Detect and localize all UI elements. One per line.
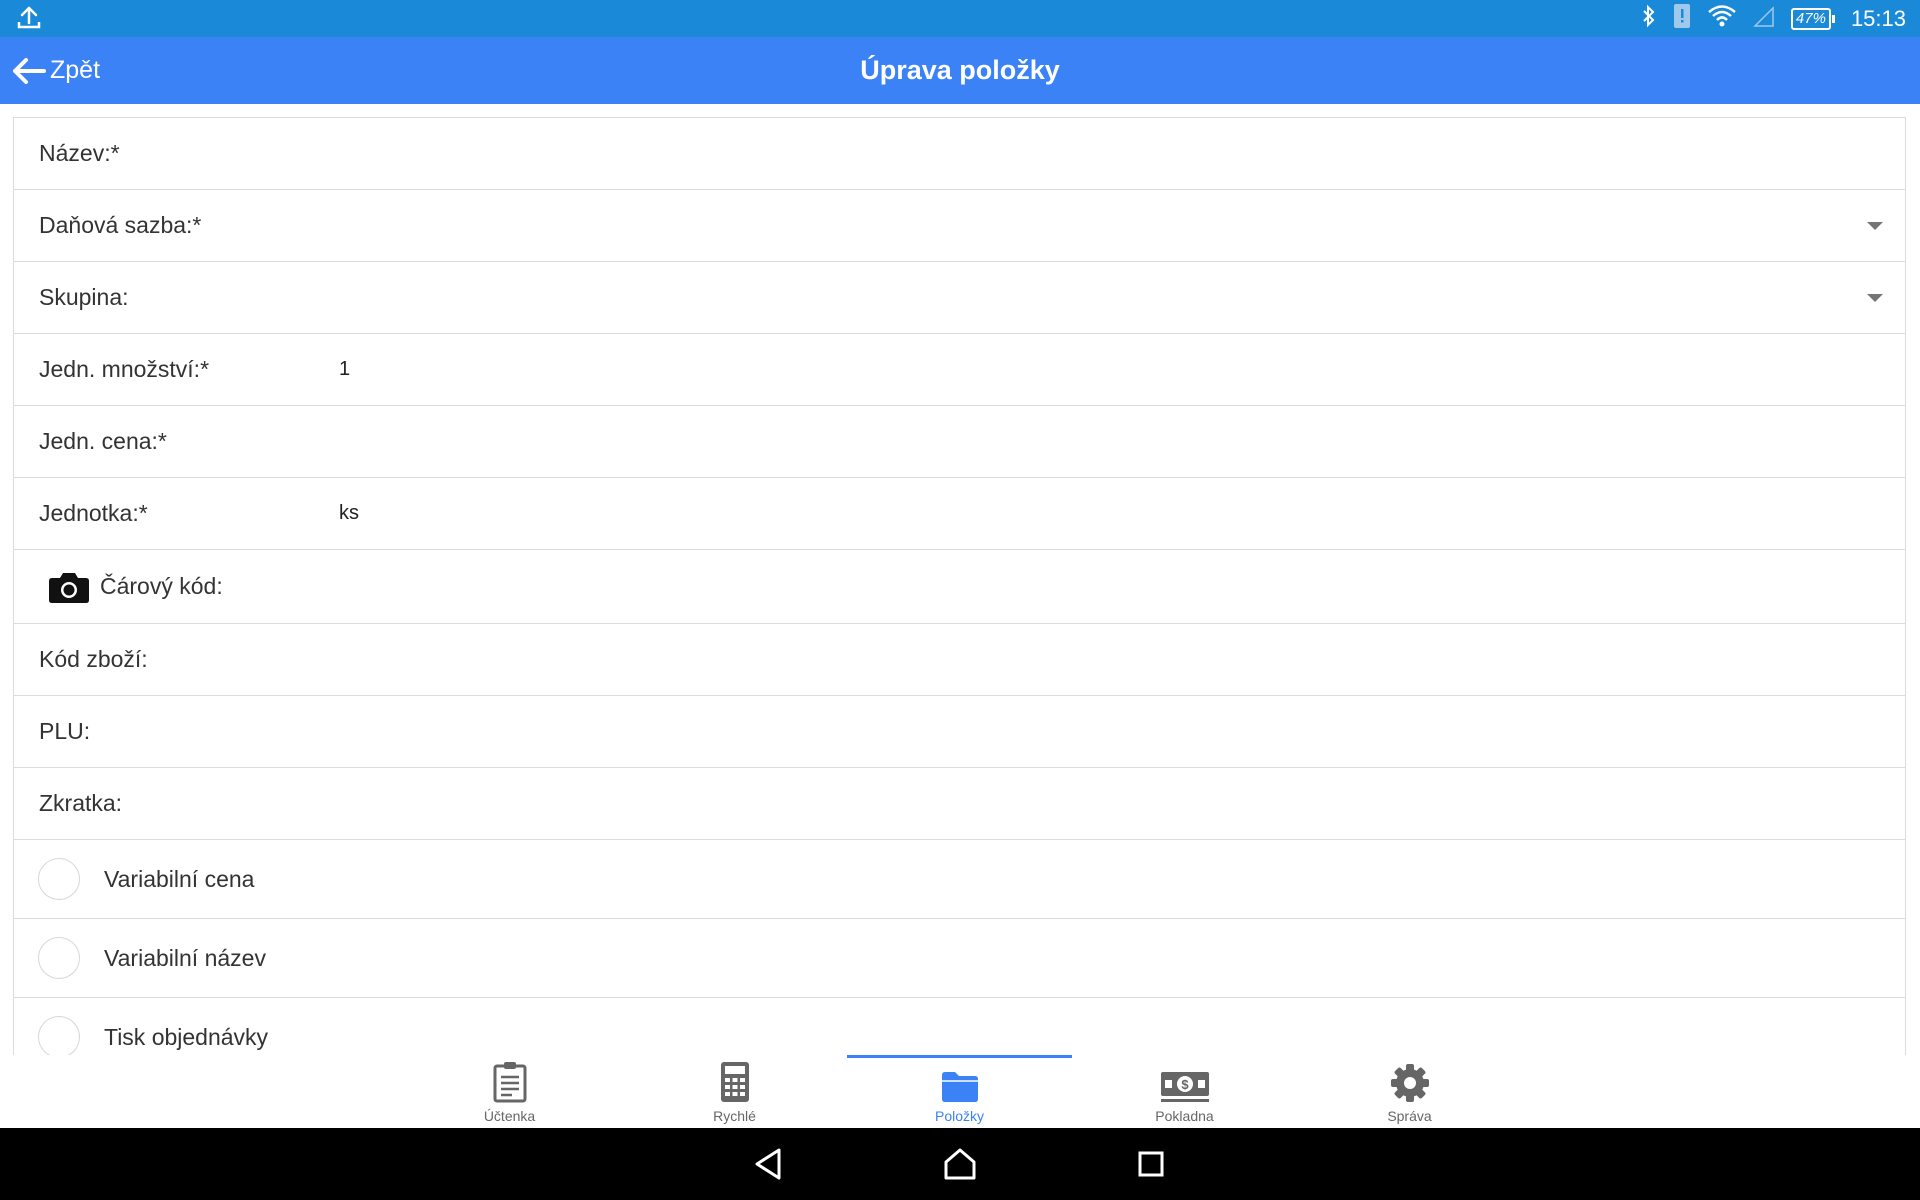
print-order-checkbox[interactable] [38,1016,80,1055]
nav-item-register[interactable]: $ Pokladna [1072,1055,1297,1128]
print-order-label: Tisk objednávky [104,1023,269,1050]
unit-quantity-label: Jedn. množství:* [39,356,210,382]
unit-field[interactable]: ks [339,502,359,525]
nav-label-items: Položky [934,1108,985,1124]
unit-label: Jednotka:* [39,500,148,526]
gear-icon [1390,1064,1429,1102]
variable-price-row[interactable]: Variabilní cena [14,840,1905,919]
unit-row: Jednotka:* ks [14,478,1905,550]
variable-name-label: Variabilní název [104,944,266,971]
nav-item-receipt[interactable]: Účtenka [397,1055,622,1128]
back-label: Zpět [50,56,101,84]
nav-label-settings: Správa [1387,1108,1432,1124]
plu-row: PLU: [14,696,1905,768]
signal-icon [1753,4,1775,34]
nav-item-quick[interactable]: Rychlé [622,1055,847,1128]
variable-price-label: Variabilní cena [104,865,255,892]
plu-label: PLU: [39,718,91,744]
tax-rate-label: Daňová sazba:* [39,212,202,238]
unit-quantity-field[interactable]: 1 [339,358,350,381]
nav-label-receipt: Účtenka [483,1108,536,1124]
nav-label-register: Pokladna [1155,1108,1214,1124]
back-button[interactable]: Zpět [12,37,100,104]
system-recents-icon[interactable] [1131,1146,1171,1182]
system-home-icon[interactable] [940,1146,980,1182]
system-back-icon[interactable] [749,1146,789,1182]
variable-name-checkbox[interactable] [38,937,80,979]
bluetooth-icon [1641,4,1657,34]
page-title: Úprava položky [860,55,1060,85]
product-code-row: Kód zboží: [14,624,1905,696]
storage-alert-icon [1673,3,1691,35]
calculator-icon [720,1062,749,1102]
wifi-icon [1707,4,1737,34]
group-row[interactable]: Skupina: [14,262,1905,334]
variable-name-row[interactable]: Variabilní název [14,919,1905,998]
name-row: Název:* [14,118,1905,190]
upload-icon [16,6,42,35]
camera-icon[interactable] [48,570,90,604]
shortcut-label: Zkratka: [39,790,123,816]
print-order-row[interactable]: Tisk objednávky [14,998,1905,1055]
app-bar: Zpět Úprava položky [0,37,1920,104]
chevron-down-icon[interactable] [1867,221,1883,230]
back-arrow-icon [13,57,46,84]
folder-icon [941,1072,978,1102]
unit-price-label: Jedn. cena:* [39,428,167,454]
system-navigation-bar [0,1128,1920,1200]
unit-price-row: Jedn. cena:* [14,406,1905,478]
product-code-label: Kód zboží: [39,646,148,672]
shortcut-row: Zkratka: [14,768,1905,840]
variable-price-checkbox[interactable] [38,858,80,900]
item-edit-form: Název:* Daňová sazba:* Skupina: Jedn. mn… [13,117,1906,1055]
nav-item-settings[interactable]: Správa [1297,1055,1522,1128]
nav-item-items[interactable]: Položky [847,1055,1072,1128]
clock: 15:13 [1850,5,1906,31]
bottom-navigation: Účtenka Rychlé Položky $ Pokladna Správa [0,1055,1920,1128]
chevron-down-icon[interactable] [1867,293,1883,302]
battery-percent: 47% [1790,7,1831,30]
nav-label-quick: Rychlé [713,1108,756,1124]
receipt-icon [493,1062,526,1103]
unit-quantity-row: Jedn. množství:* 1 [14,334,1905,406]
name-label: Název:* [39,140,120,166]
tax-rate-row[interactable]: Daňová sazba:* [14,190,1905,262]
barcode-row: Čárový kód: [14,550,1905,624]
group-label: Skupina: [39,284,129,310]
svg-text:$: $ [1181,1077,1189,1092]
barcode-label: Čárový kód: [100,573,223,599]
content-area: Název:* Daňová sazba:* Skupina: Jedn. mn… [0,104,1920,1055]
status-bar: 47% 15:13 [0,0,1920,37]
battery-indicator: 47% [1790,7,1835,30]
cash-icon: $ [1160,1072,1209,1102]
